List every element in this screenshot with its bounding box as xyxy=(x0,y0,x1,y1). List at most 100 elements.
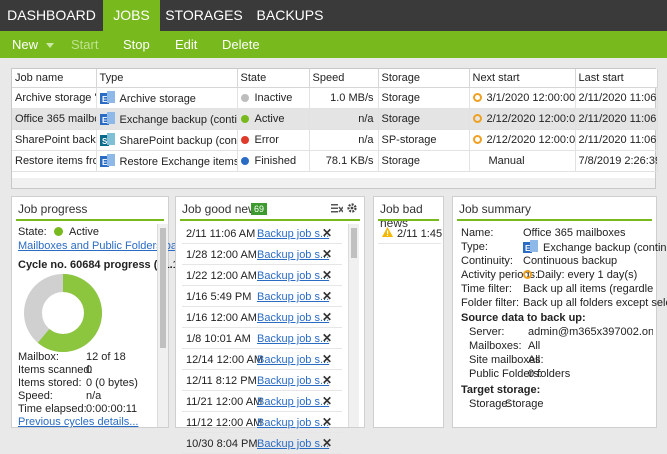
vertical-scrollbar[interactable] xyxy=(157,224,168,427)
delete-button[interactable]: Delete xyxy=(222,31,260,58)
news-link[interactable]: Backup job s... xyxy=(257,228,329,240)
summary-mailboxes-label: Mailboxes: xyxy=(469,340,522,352)
job-storage-cell: Storage xyxy=(378,87,470,109)
job-speed-cell: 78.1 KB/s xyxy=(309,150,379,172)
column-header-type[interactable]: Type xyxy=(96,69,238,88)
close-icon[interactable]: ✕ xyxy=(322,226,332,240)
column-header-storage[interactable]: Storage xyxy=(378,69,470,88)
next-start-label: 2/12/2020 12:00:00 AM xyxy=(486,133,575,146)
close-icon[interactable]: ✕ xyxy=(322,436,332,450)
close-icon[interactable]: ✕ xyxy=(322,373,332,387)
news-link[interactable]: Backup job s... xyxy=(257,354,329,366)
news-link[interactable]: Backup job s... xyxy=(257,270,329,282)
state-value-label: Active xyxy=(69,226,99,238)
stat-items-scanned-label: Items scanned: xyxy=(18,364,93,376)
column-header-state[interactable]: State xyxy=(237,69,310,88)
news-time: 1/16 5:49 PM xyxy=(186,291,252,303)
column-header-last-start[interactable]: Last start xyxy=(575,69,658,88)
table-row[interactable]: Restore items from... E Restore Exchange … xyxy=(12,150,658,172)
news-link[interactable]: Backup job s... xyxy=(257,249,329,261)
svg-text:E: E xyxy=(102,95,108,104)
job-type-label: SharePoint backup (continuous) xyxy=(119,134,237,147)
news-link[interactable]: Backup job s... xyxy=(257,291,329,303)
panel-title: Job progress xyxy=(18,202,88,216)
jobs-table: Job name Type State Speed Storage Next s… xyxy=(11,68,658,189)
panel-title-underline xyxy=(180,219,360,221)
news-time: 1/8 10:01 AM xyxy=(186,333,251,345)
horizontal-scrollbar[interactable] xyxy=(11,178,656,189)
stat-items-scanned-value: 0 xyxy=(86,364,93,376)
vertical-scrollbar[interactable] xyxy=(348,224,359,427)
good-news-count-badge: 69 xyxy=(251,203,268,215)
edit-button[interactable]: Edit xyxy=(175,31,197,58)
stat-mailbox-value: 12 of 18 xyxy=(86,351,126,363)
new-button[interactable]: New xyxy=(12,31,55,58)
column-header-speed[interactable]: Speed xyxy=(309,69,379,88)
list-item[interactable]: 11/21 12:00 AM Backup job s... ✕ xyxy=(182,391,342,412)
svg-text:E: E xyxy=(102,158,108,167)
column-header-job-name[interactable]: Job name xyxy=(12,69,97,88)
job-summary-panel: Job summary Name: Office 365 mailboxes T… xyxy=(452,196,667,428)
list-item[interactable]: 11/12 12:00 AM Backup job s... ✕ xyxy=(182,412,342,433)
list-item[interactable]: 1/16 12:00 AM Backup job s... ✕ xyxy=(182,307,342,328)
close-icon[interactable]: ✕ xyxy=(322,352,332,366)
list-item[interactable]: 12/11 8:12 PM Backup job s... ✕ xyxy=(182,370,342,391)
gear-icon[interactable] xyxy=(346,202,358,217)
column-header-next-start[interactable]: Next start xyxy=(469,69,576,88)
list-item[interactable]: 2/11 11:06 AM Backup job s... ✕ xyxy=(182,223,342,244)
previous-cycles-link[interactable]: Previous cycles details... xyxy=(18,416,138,428)
table-row[interactable]: SharePoint backup S SharePoint backup (co… xyxy=(12,129,658,151)
close-icon[interactable]: ✕ xyxy=(322,289,332,303)
clock-icon xyxy=(523,270,532,279)
job-speed-cell: 1.0 MB/s xyxy=(309,87,379,109)
list-item[interactable]: 1/16 5:49 PM Backup job s... ✕ xyxy=(182,286,342,307)
news-time: 10/30 8:04 PM xyxy=(186,438,258,450)
close-icon[interactable]: ✕ xyxy=(322,394,332,408)
summary-storage-value: Storage xyxy=(505,398,544,410)
job-state-label: Error xyxy=(254,133,279,146)
news-link[interactable]: Backup job s... xyxy=(257,396,329,408)
list-item[interactable]: 12/14 12:00 AM Backup job s... ✕ xyxy=(182,349,342,370)
close-icon[interactable]: ✕ xyxy=(322,268,332,282)
table-row[interactable]: Office 365 mailboxes E Exchange backup (c… xyxy=(12,108,658,130)
tab-dashboard[interactable]: DASHBOARD xyxy=(0,0,103,31)
close-icon[interactable]: ✕ xyxy=(322,310,332,324)
job-name-cell: Restore items from... xyxy=(12,150,97,172)
stat-speed-value: n/a xyxy=(86,390,102,402)
stat-time-elapsed-label: Time elapsed: xyxy=(18,403,87,415)
stop-button[interactable]: Stop xyxy=(123,31,150,58)
start-button[interactable]: Start xyxy=(71,31,98,58)
news-link[interactable]: Backup job s... xyxy=(257,417,329,429)
list-item[interactable]: 1/22 12:00 AM Backup job s... ✕ xyxy=(182,265,342,286)
scrollbar-thumb[interactable] xyxy=(160,228,166,348)
list-item[interactable]: 1/28 12:00 AM Backup job s... ✕ xyxy=(182,244,342,265)
news-link[interactable]: Backup job s... xyxy=(257,333,329,345)
news-link[interactable]: Backup job s... xyxy=(257,375,329,387)
tab-jobs[interactable]: JOBS xyxy=(103,0,160,31)
job-last-start-cell: 2/11/2020 11:06:40 AM xyxy=(575,129,658,151)
news-link[interactable]: Backup job s... xyxy=(257,312,329,324)
job-storage-cell: Storage xyxy=(378,108,470,130)
tab-storages[interactable]: STORAGES xyxy=(160,0,248,31)
summary-activity-text: Daily: every 1 day(s) xyxy=(537,269,638,281)
job-last-start-cell: 7/8/2019 2:26:39 PM xyxy=(575,150,658,172)
close-icon[interactable]: ✕ xyxy=(322,415,332,429)
list-item[interactable]: 10/30 8:04 PM Backup job s... ✕ xyxy=(182,433,342,454)
table-row[interactable]: Archive storage 'Stor... E Archive storag… xyxy=(12,87,658,109)
job-name-cell: Archive storage 'Stor... xyxy=(12,87,97,109)
summary-site-mailboxes-value: All xyxy=(528,354,541,366)
job-next-start-cell: 2/12/2020 12:00:00 AM xyxy=(469,129,576,151)
dismiss-all-icon[interactable] xyxy=(331,203,344,217)
close-icon[interactable]: ✕ xyxy=(322,331,332,345)
summary-folder-filter-label: Folder filter: xyxy=(461,297,520,309)
close-icon[interactable]: ✕ xyxy=(322,247,332,261)
stat-speed-label: Speed: xyxy=(18,390,53,402)
news-link[interactable]: Backup job s... xyxy=(257,438,329,450)
tab-backups[interactable]: BACKUPS xyxy=(248,0,332,31)
stat-items-stored-value: 0 (0 bytes) xyxy=(86,377,138,389)
list-item[interactable]: 1/8 10:01 AM Backup job s... ✕ xyxy=(182,328,342,349)
job-speed-cell: n/a xyxy=(309,129,379,151)
job-next-start-cell: 2/12/2020 12:00:00 AM xyxy=(469,108,576,130)
list-item[interactable]: 2/11 1:45 xyxy=(378,223,442,244)
scrollbar-thumb[interactable] xyxy=(351,228,357,258)
